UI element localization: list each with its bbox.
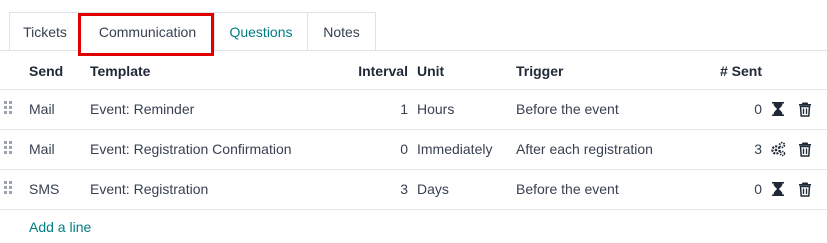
drag-handle-icon[interactable] xyxy=(4,141,12,155)
trash-icon[interactable] xyxy=(798,101,812,117)
header-unit[interactable]: Unit xyxy=(417,51,444,91)
cell-interval: 0 xyxy=(400,141,408,157)
cell-trigger: After each registration xyxy=(516,141,653,157)
cell-unit: Days xyxy=(417,181,449,197)
notebook-tabs: Tickets Communication Questions Notes xyxy=(0,0,827,56)
cell-template: Event: Reminder xyxy=(90,101,195,117)
drag-handle-icon[interactable] xyxy=(4,101,12,115)
cell-sent: 0 xyxy=(754,101,762,117)
cell-send: SMS xyxy=(29,181,60,197)
cell-template: Event: Registration Confirmation xyxy=(90,141,292,157)
header-sent[interactable]: # Sent xyxy=(700,51,762,91)
cell-unit: Immediately xyxy=(417,141,493,157)
cell-trigger: Before the event xyxy=(516,101,619,117)
table-header: Send Template Interval Unit Trigger # Se… xyxy=(0,51,827,90)
header-template[interactable]: Template xyxy=(90,51,150,91)
trash-icon[interactable] xyxy=(798,141,812,157)
trash-icon[interactable] xyxy=(798,181,812,197)
table-row[interactable]: Mail Event: Registration Confirmation 0 … xyxy=(0,129,827,170)
hourglass-icon xyxy=(772,182,784,196)
cell-unit: Hours xyxy=(417,101,455,117)
cell-interval: 1 xyxy=(400,101,408,117)
tab-questions[interactable]: Questions xyxy=(214,12,308,51)
header-send[interactable]: Send xyxy=(29,51,63,91)
tab-notes[interactable]: Notes xyxy=(307,12,376,51)
drag-handle-icon[interactable] xyxy=(4,181,12,195)
header-trigger[interactable]: Trigger xyxy=(516,51,563,91)
cell-sent: 3 xyxy=(754,141,762,157)
cell-sent: 0 xyxy=(754,181,762,197)
table-row[interactable]: SMS Event: Registration 3 Days Before th… xyxy=(0,169,827,210)
tab-communication[interactable]: Communication xyxy=(80,12,215,52)
add-line-link[interactable]: Add a line xyxy=(29,219,91,235)
cell-send: Mail xyxy=(29,141,55,157)
cell-interval: 3 xyxy=(400,181,408,197)
cell-send: Mail xyxy=(29,101,55,117)
gears-icon xyxy=(771,141,786,157)
cell-template: Event: Registration xyxy=(90,181,209,197)
table-row[interactable]: Mail Event: Reminder 1 Hours Before the … xyxy=(0,89,827,130)
hourglass-icon xyxy=(772,102,784,116)
tab-tickets[interactable]: Tickets xyxy=(9,12,81,51)
header-interval[interactable]: Interval xyxy=(340,51,408,91)
cell-trigger: Before the event xyxy=(516,181,619,197)
